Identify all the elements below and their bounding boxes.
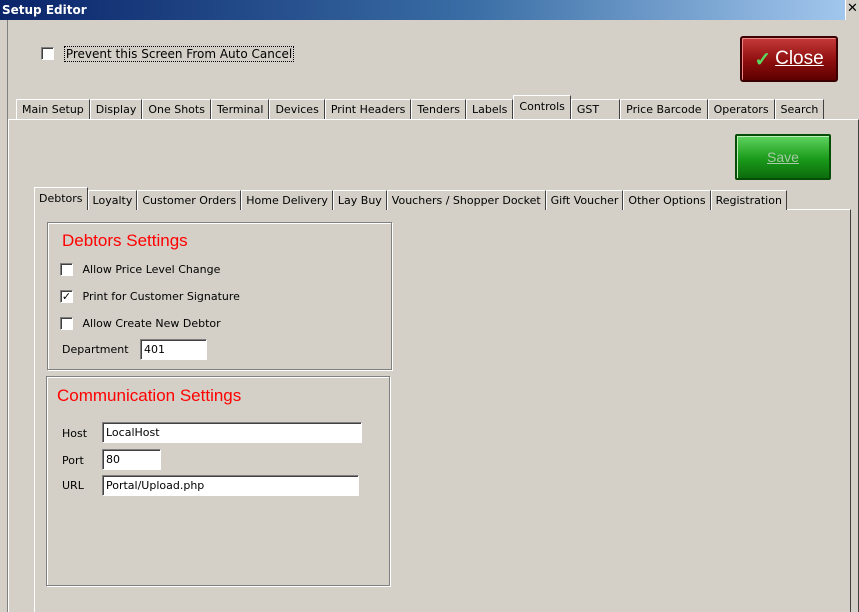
tab-other-options[interactable]: Other Options xyxy=(623,190,711,210)
tab-display[interactable]: Display xyxy=(89,99,143,119)
tab-lay-buy[interactable]: Lay Buy xyxy=(332,190,387,210)
allow-price-level-change-option[interactable]: Allow Price Level Change xyxy=(60,262,220,276)
window-left-edge xyxy=(0,20,8,612)
tab-vouchers-shopper-docket[interactable]: Vouchers / Shopper Docket xyxy=(386,190,546,210)
auto-cancel-option[interactable]: Prevent this Screen From Auto Cancel xyxy=(41,45,295,62)
close-button-label: Close xyxy=(775,48,824,69)
tab-controls[interactable]: Controls xyxy=(513,95,571,119)
allow-create-new-debtor-checkbox[interactable] xyxy=(60,316,73,330)
auto-cancel-label: Prevent this Screen From Auto Cancel xyxy=(63,45,295,62)
top-tab-strip: Main Setup Display One Shots Terminal De… xyxy=(16,95,825,119)
save-button-label: Save xyxy=(767,149,799,165)
tab-home-delivery[interactable]: Home Delivery xyxy=(241,190,333,210)
tab-terminal[interactable]: Terminal xyxy=(210,99,270,119)
allow-price-level-change-label: Allow Price Level Change xyxy=(82,262,221,276)
tab-labels[interactable]: Labels xyxy=(466,99,514,119)
inner-tab-strip: Debtors Loyalty Customer Orders Home Del… xyxy=(34,187,787,210)
allow-price-level-change-checkbox[interactable] xyxy=(60,262,73,276)
allow-create-new-debtor-label: Allow Create New Debtor xyxy=(82,316,221,330)
tab-registration[interactable]: Registration xyxy=(710,190,787,210)
tab-devices[interactable]: Devices xyxy=(269,99,325,119)
tab-price-barcode[interactable]: Price Barcode xyxy=(620,99,708,119)
close-button[interactable]: ✓ Close xyxy=(740,36,838,82)
department-label: Department xyxy=(62,343,129,356)
url-input[interactable] xyxy=(102,475,359,496)
print-customer-signature-checkbox[interactable]: ✓ xyxy=(60,289,73,303)
host-label: Host xyxy=(62,427,88,440)
window-close-icon[interactable]: ✕ xyxy=(845,0,859,20)
window-title-bar: Setup Editor xyxy=(0,0,859,20)
tab-debtors[interactable]: Debtors xyxy=(34,187,88,210)
print-customer-signature-label: Print for Customer Signature xyxy=(82,289,240,303)
check-icon: ✓ xyxy=(754,48,772,71)
communication-settings-title: Communication Settings xyxy=(57,386,242,405)
tab-search[interactable]: Search xyxy=(774,99,825,119)
tab-one-shots[interactable]: One Shots xyxy=(142,99,211,119)
port-input[interactable] xyxy=(102,449,161,470)
department-input[interactable] xyxy=(140,339,207,360)
tab-print-headers[interactable]: Print Headers xyxy=(324,99,412,119)
port-label: Port xyxy=(62,454,84,467)
window-title: Setup Editor xyxy=(2,3,87,17)
tab-operators[interactable]: Operators xyxy=(707,99,775,119)
auto-cancel-checkbox[interactable] xyxy=(41,47,54,60)
allow-create-new-debtor-option[interactable]: Allow Create New Debtor xyxy=(60,316,221,330)
print-customer-signature-option[interactable]: ✓ Print for Customer Signature xyxy=(60,289,240,303)
tab-customer-orders[interactable]: Customer Orders xyxy=(137,190,242,210)
tab-tenders[interactable]: Tenders xyxy=(411,99,466,119)
host-input[interactable] xyxy=(102,422,362,443)
tab-gift-voucher[interactable]: Gift Voucher xyxy=(545,190,624,210)
url-label: URL xyxy=(62,479,84,492)
debtors-settings-title: Debtors Settings xyxy=(62,231,188,250)
tab-gst[interactable]: GST xyxy=(570,99,621,119)
save-button[interactable]: Save xyxy=(735,134,831,180)
tab-loyalty[interactable]: Loyalty xyxy=(87,190,138,210)
tab-main-setup[interactable]: Main Setup xyxy=(16,99,90,119)
